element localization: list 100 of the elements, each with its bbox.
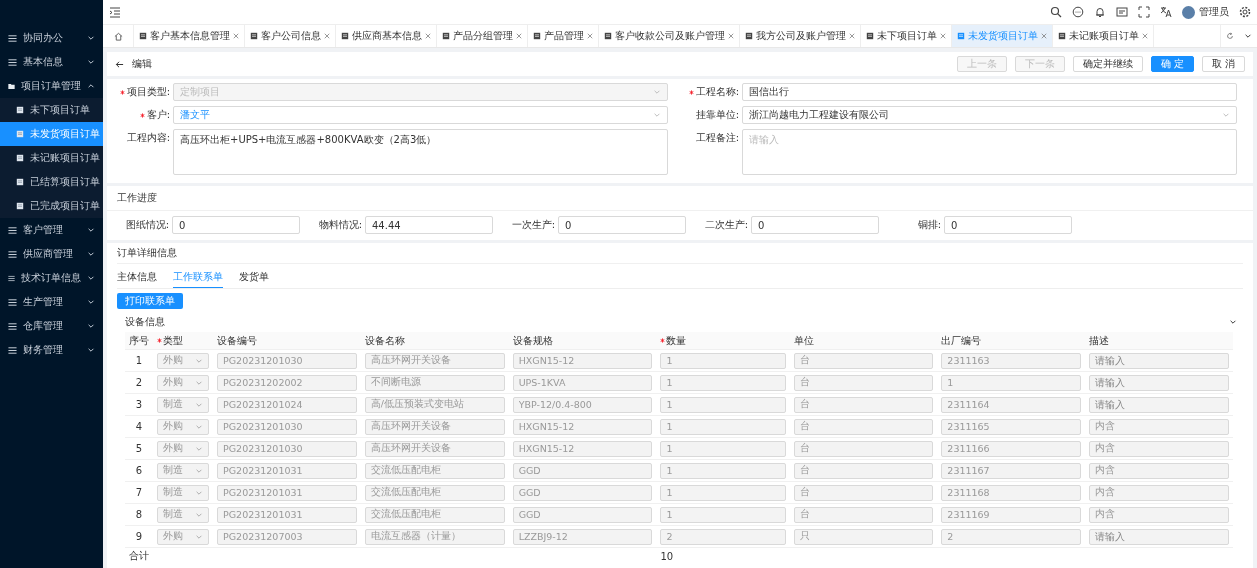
row-number: 8 <box>135 509 143 520</box>
section-title: 设备信息 <box>125 315 166 329</box>
close-icon[interactable] <box>940 33 946 39</box>
sidebar-item[interactable]: 协同办公 <box>0 26 103 50</box>
chevron-icon <box>653 111 661 119</box>
fullscreen-icon[interactable] <box>1138 6 1150 18</box>
column-header: 设备名称 <box>364 333 405 348</box>
action-button[interactable]: 确定并继续 <box>1072 56 1143 72</box>
column-header: 设备规格 <box>512 333 553 348</box>
total-label: 合计 <box>128 549 150 563</box>
select-field[interactable]: 潘文平 <box>173 106 668 124</box>
list-icon <box>8 225 17 235</box>
sidebar-subitem[interactable]: 未下项目订单 <box>0 98 103 122</box>
detail-tab[interactable]: 工作联系单 <box>173 268 223 288</box>
sidebar-subitem[interactable]: 未记账项目订单 <box>0 146 103 170</box>
sidebar-item[interactable]: 基本信息 <box>0 50 103 74</box>
column-header: 类型 <box>163 333 183 348</box>
message-icon[interactable] <box>1116 6 1128 18</box>
refresh-icon <box>1226 32 1234 40</box>
field-label: 物料情况: <box>318 218 362 232</box>
page-tab[interactable]: 客户收款公司及账户管理 <box>599 25 740 47</box>
sidebar-item[interactable]: 技术订单信息 <box>0 266 103 290</box>
section-title: 工作进度 <box>107 186 1253 211</box>
close-icon[interactable] <box>728 33 734 39</box>
row-number: 5 <box>135 443 143 454</box>
document-icon <box>957 32 965 40</box>
list-icon <box>8 273 15 283</box>
chevron-icon <box>653 88 661 96</box>
folder-icon <box>8 81 15 91</box>
row-number: 4 <box>135 421 143 432</box>
menu-fold-icon[interactable] <box>109 6 121 18</box>
row-number: 1 <box>135 355 143 366</box>
sidebar-item[interactable]: 供应商管理 <box>0 242 103 266</box>
input-field[interactable]: 0 <box>558 216 686 234</box>
page-tab[interactable]: 产品管理 <box>528 25 599 47</box>
close-icon[interactable] <box>516 33 522 39</box>
sidebar-subitem[interactable]: 已结算项目订单 <box>0 170 103 194</box>
avatar[interactable] <box>1182 5 1195 19</box>
textarea-field[interactable]: 请输入 <box>742 129 1237 175</box>
field-label: 工程内容: <box>126 131 170 145</box>
page-tab[interactable]: 客户基本信息管理 <box>134 25 245 47</box>
list-icon <box>8 57 17 67</box>
action-button[interactable]: 取 消 <box>1201 56 1245 72</box>
user-name[interactable]: 管理员 <box>1199 5 1229 19</box>
bell-icon[interactable] <box>1094 6 1106 18</box>
detail-tab[interactable]: 主体信息 <box>117 268 157 288</box>
field-label: 图纸情况: <box>125 218 169 232</box>
sidebar-item[interactable]: 客户管理 <box>0 218 103 242</box>
select-field[interactable]: 浙江尚越电力工程建设有限公司 <box>742 106 1237 124</box>
input-field[interactable]: 0 <box>751 216 879 234</box>
page-tab[interactable]: 我方公司及账户管理 <box>740 25 861 47</box>
search-icon[interactable] <box>1050 6 1062 18</box>
close-icon[interactable] <box>1142 33 1148 39</box>
section-title: 订单详细信息 <box>117 243 1243 264</box>
home-icon <box>113 31 123 41</box>
column-header: 序号 <box>129 333 149 348</box>
chevron-icon <box>1244 32 1252 40</box>
print-button[interactable]: 打印联系单 <box>117 293 183 309</box>
document-icon <box>1058 32 1066 40</box>
list-icon <box>8 249 17 259</box>
document-icon <box>866 32 874 40</box>
textarea-field[interactable]: 高压环出柜+UPS+电流互感器+800KVA欧变（2高3低） <box>173 129 668 175</box>
translate-icon[interactable] <box>1160 6 1172 18</box>
list-icon <box>8 297 17 307</box>
chat-icon[interactable] <box>1072 6 1084 18</box>
document-icon <box>16 154 24 162</box>
sidebar-item[interactable]: 仓库管理 <box>0 314 103 338</box>
chevron-icon <box>1222 111 1230 119</box>
settings-icon[interactable] <box>1239 6 1251 18</box>
back-arrow-icon[interactable] <box>115 59 124 69</box>
close-icon[interactable] <box>849 33 855 39</box>
detail-tab[interactable]: 发货单 <box>239 268 269 288</box>
page-tab[interactable]: 未记账项目订单 <box>1053 25 1154 47</box>
input-field[interactable]: 0 <box>944 216 1072 234</box>
total-quantity: 10 <box>659 549 675 564</box>
input-field[interactable]: 0 <box>172 216 300 234</box>
column-header: 设备编号 <box>217 333 257 348</box>
sidebar-item[interactable]: 财务管理 <box>0 338 103 362</box>
close-icon[interactable] <box>324 33 330 39</box>
close-icon[interactable] <box>1041 33 1047 39</box>
document-icon <box>16 106 24 114</box>
column-header: 数量 <box>666 333 687 348</box>
page-tab[interactable]: 未发货项目订单 <box>952 25 1053 47</box>
sidebar-subitem[interactable]: 已完成项目订单 <box>0 194 103 218</box>
close-icon[interactable] <box>233 33 239 39</box>
sidebar-item[interactable]: 项目订单管理 <box>0 74 103 98</box>
page-tab[interactable]: 供应商基本信息 <box>336 25 437 47</box>
page-tab[interactable]: 产品分组管理 <box>437 25 528 47</box>
action-button[interactable]: 确 定 <box>1150 56 1194 72</box>
field-label: 一次生产: <box>511 218 555 232</box>
close-icon[interactable] <box>587 33 593 39</box>
column-header: 出厂编号 <box>941 333 982 348</box>
input-field[interactable]: 44.44 <box>365 216 493 234</box>
sidebar-subitem[interactable]: 未发货项目订单 <box>0 122 103 146</box>
input-field[interactable]: 国信出行 <box>742 83 1237 101</box>
row-number: 7 <box>135 487 143 498</box>
sidebar-item[interactable]: 生产管理 <box>0 290 103 314</box>
close-icon[interactable] <box>425 33 431 39</box>
column-header: 单位 <box>793 333 814 348</box>
page-tab[interactable]: 客户公司信息 <box>245 25 336 47</box>
